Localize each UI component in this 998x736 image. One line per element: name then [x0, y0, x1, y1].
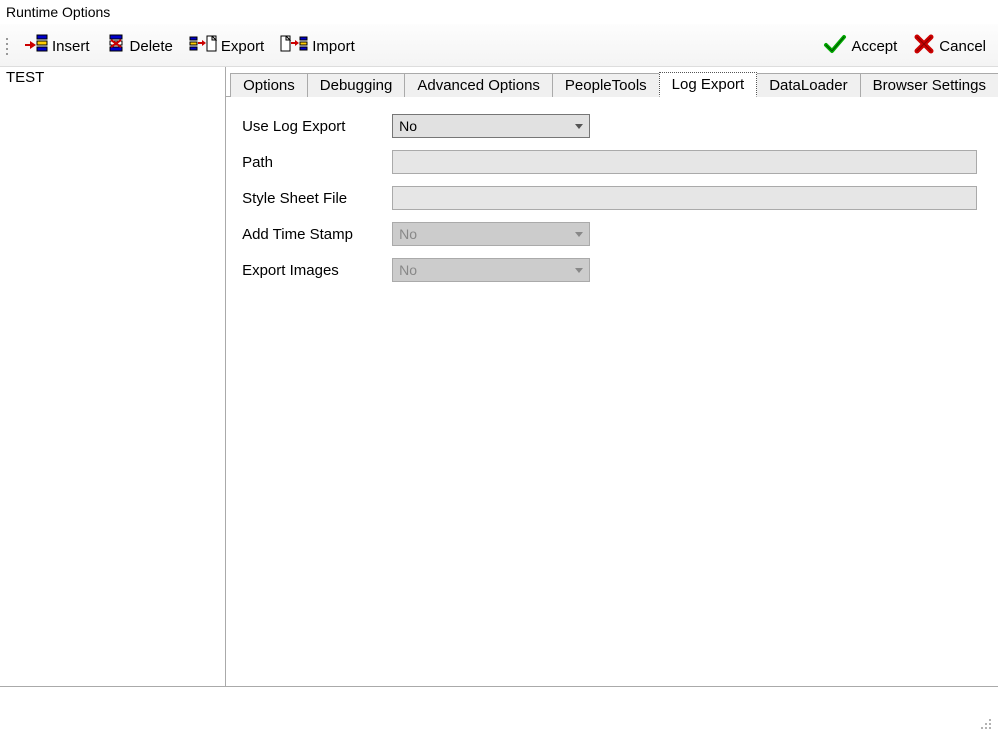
export-button[interactable]: Export	[183, 32, 270, 60]
chevron-down-icon	[575, 232, 583, 237]
resize-grip-icon[interactable]	[978, 716, 994, 732]
delete-button[interactable]: Delete	[100, 32, 179, 60]
accept-button[interactable]: Accept	[817, 32, 903, 60]
add-time-stamp-value: No	[399, 226, 417, 242]
use-log-export-label: Use Log Export	[242, 118, 392, 135]
tab-debugging[interactable]: Debugging	[307, 73, 406, 97]
cancel-label: Cancel	[939, 38, 986, 55]
import-icon	[280, 34, 308, 58]
chevron-down-icon	[575, 268, 583, 273]
path-input[interactable]	[392, 150, 977, 174]
add-time-stamp-label: Add Time Stamp	[242, 226, 392, 243]
import-label: Import	[312, 38, 355, 55]
accept-label: Accept	[851, 38, 897, 55]
export-images-label: Export Images	[242, 262, 392, 279]
x-icon	[913, 34, 935, 58]
path-label: Path	[242, 154, 392, 171]
tab-log-export[interactable]: Log Export	[659, 72, 758, 97]
status-bar	[0, 687, 998, 736]
sidebar: TEST	[0, 67, 226, 686]
use-log-export-value: No	[399, 118, 417, 134]
content-area: Options Debugging Advanced Options Peopl…	[226, 67, 998, 686]
export-images-value: No	[399, 262, 417, 278]
tab-options[interactable]: Options	[230, 73, 308, 97]
style-sheet-file-label: Style Sheet File	[242, 190, 392, 207]
tab-panel-log-export: Use Log Export No Path Style Sheet File …	[226, 96, 998, 300]
export-icon	[189, 34, 217, 58]
window-title: Runtime Options	[0, 0, 998, 24]
toolbar-grip-icon	[4, 38, 12, 55]
cancel-button[interactable]: Cancel	[907, 32, 992, 60]
export-label: Export	[221, 38, 264, 55]
toolbar: Insert Delete	[0, 24, 998, 67]
chevron-down-icon	[575, 124, 583, 129]
tab-strip: Options Debugging Advanced Options Peopl…	[226, 67, 998, 97]
checkmark-icon	[823, 34, 847, 58]
sidebar-item-test[interactable]: TEST	[0, 67, 225, 88]
insert-icon	[24, 34, 48, 58]
import-button[interactable]: Import	[274, 32, 361, 60]
use-log-export-select[interactable]: No	[392, 114, 590, 138]
insert-button[interactable]: Insert	[18, 32, 96, 60]
tab-browser-settings[interactable]: Browser Settings	[860, 73, 998, 97]
insert-label: Insert	[52, 38, 90, 55]
delete-label: Delete	[130, 38, 173, 55]
style-sheet-file-input[interactable]	[392, 186, 977, 210]
tab-advanced-options[interactable]: Advanced Options	[404, 73, 553, 97]
tab-dataloader[interactable]: DataLoader	[756, 73, 860, 97]
export-images-select: No	[392, 258, 590, 282]
tab-peopletools[interactable]: PeopleTools	[552, 73, 660, 97]
add-time-stamp-select: No	[392, 222, 590, 246]
delete-icon	[106, 34, 126, 58]
